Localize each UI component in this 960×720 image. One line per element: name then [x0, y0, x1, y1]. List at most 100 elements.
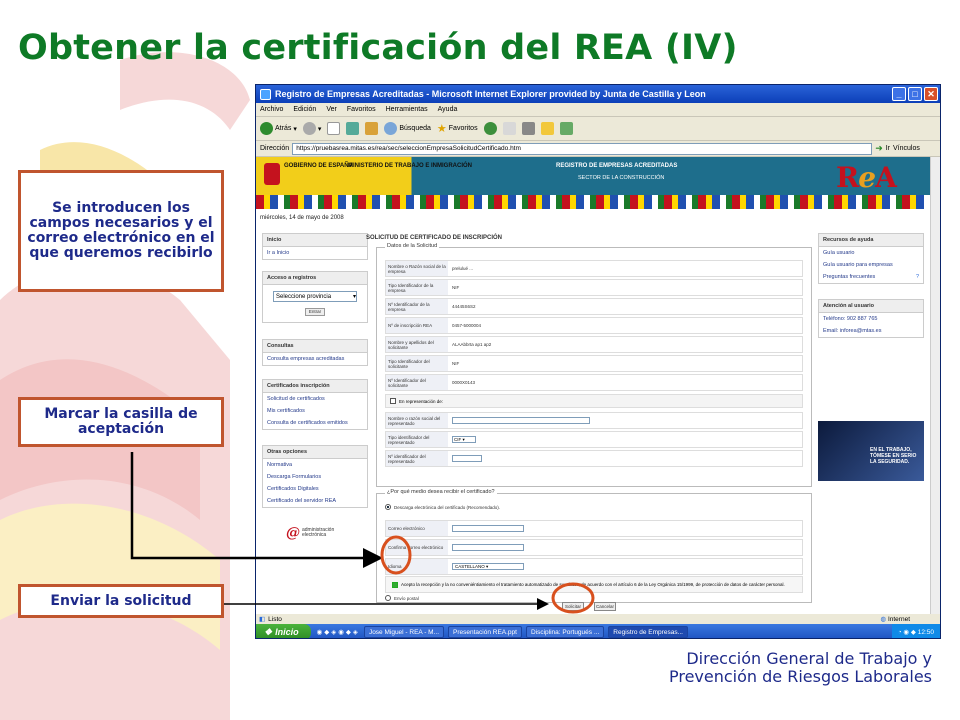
status-bar: ◧ Listo ◍ Internet: [256, 614, 940, 624]
rep-row: Tipo identificador del representado CIF ▾: [385, 431, 803, 448]
postal-radio[interactable]: [385, 595, 391, 601]
ministerio-label: MINISTERIO DE TRABAJO E INMIGRACIÓN: [348, 163, 473, 169]
history-icon[interactable]: [483, 122, 497, 135]
acepto-checkbox[interactable]: [392, 581, 398, 588]
nav-certificados-header: Certificados inscripción: [263, 380, 367, 393]
menu-archivo[interactable]: Archivo: [260, 106, 283, 113]
forward-button[interactable]: ▾: [302, 122, 321, 135]
at-sign-icon: @: [286, 525, 300, 541]
rep-name-input[interactable]: [452, 417, 590, 424]
banner-title: REGISTRO DE EMPRESAS ACREDITADAS: [556, 163, 678, 169]
footer: Dirección General de Trabajo y Prevenció…: [669, 650, 932, 686]
refresh-icon[interactable]: [346, 122, 360, 135]
home-icon[interactable]: [365, 122, 379, 135]
nav-solicitud-certificados[interactable]: Solicitud de certificados: [263, 393, 367, 405]
maximize-icon[interactable]: □: [908, 87, 922, 101]
email-confirm-input[interactable]: [452, 544, 524, 551]
nav-consulta-empresas[interactable]: Consulta empresas acreditadas: [263, 353, 367, 365]
rep-id-input[interactable]: [452, 455, 482, 462]
footer-line1: Dirección General de Trabajo y: [686, 649, 932, 668]
acepto-row: Acepto la recepción y la no conveniéntia…: [385, 576, 803, 593]
nav-certificado-servidor[interactable]: Certificado del servidor REA: [263, 495, 367, 507]
taskbar: ❖ Inicio ◉◆◈◉◆◈ Jose Miguel - REA - M... …: [256, 624, 940, 638]
stop-icon[interactable]: [327, 122, 341, 135]
descarga-option[interactable]: Descarga electrónica del certificado (Re…: [385, 504, 500, 510]
enter-button[interactable]: Entrar: [305, 308, 325, 316]
print-icon[interactable]: [521, 122, 535, 135]
email-input[interactable]: [452, 525, 524, 532]
messenger-icon[interactable]: [559, 122, 573, 135]
search-button[interactable]: Búsqueda: [384, 122, 431, 135]
rea-logo: ReA: [836, 161, 897, 194]
nav-atencion: Atención al usuario Teléfono: 902 887 76…: [818, 299, 924, 338]
menu-favoritos[interactable]: Favoritos: [347, 106, 376, 113]
form-row: Nº de inscripción REA 0457-5000004: [385, 317, 803, 334]
favorites-button[interactable]: ★ Favoritos: [437, 122, 478, 135]
spain-coat-of-arms-icon: [264, 163, 280, 185]
form-title: SOLICITUD DE CERTIFICADO DE INSCRIPCIÓN: [366, 235, 503, 241]
representacion-checkbox[interactable]: [390, 398, 396, 404]
administracion-electronica-logo[interactable]: @ administración electrónica: [286, 525, 346, 541]
toolbar: Atrás ▾ ▾ Búsqueda ★ Favoritos: [256, 117, 940, 141]
address-input[interactable]: https://pruebasrea.mitas.es/rea/sec/sele…: [292, 142, 873, 155]
idioma-select[interactable]: CASTELLANO ▾: [452, 563, 524, 570]
vertical-scrollbar[interactable]: [930, 157, 940, 614]
safety-promo-banner[interactable]: EN EL TRABAJO, TÓMESE EN SERIO LA SEGURI…: [818, 421, 924, 481]
quick-launch-icons[interactable]: ◉◆◈◉◆◈: [317, 628, 360, 636]
start-button[interactable]: ❖ Inicio: [256, 624, 311, 638]
email-confirm-row: Confirma correo electrónico: [385, 539, 803, 556]
nav-ir-inicio[interactable]: Ir a Inicio: [263, 247, 367, 259]
folder-icon[interactable]: [540, 122, 554, 135]
task-presentacion[interactable]: Presentación REA.ppt: [448, 626, 522, 638]
zone-text: ◍ Internet: [880, 616, 910, 623]
minimize-icon[interactable]: _: [892, 87, 906, 101]
nav-descarga-formularios[interactable]: Descarga Formularios: [263, 471, 367, 483]
go-button[interactable]: Ir: [886, 145, 890, 152]
system-tray: ◔ ◉ ◆ 12:50: [891, 624, 940, 638]
task-jose-miguel[interactable]: Jose Miguel - REA - M...: [363, 626, 445, 638]
nav-certificados-digitales[interactable]: Certificados Digitales: [263, 483, 367, 495]
nav-guia-empresas[interactable]: Guía usuario para empresas: [819, 259, 923, 271]
menu-edicion[interactable]: Edición: [293, 106, 316, 113]
province-select[interactable]: Seleccione provincia ▾: [273, 291, 357, 302]
cancelar-button[interactable]: Cancelar: [594, 602, 616, 611]
rep-type-select[interactable]: CIF ▾: [452, 436, 476, 443]
menu-ayuda[interactable]: Ayuda: [438, 106, 458, 113]
search-icon: [384, 122, 398, 135]
menu-herramientas[interactable]: Herramientas: [386, 106, 428, 113]
menu-ver[interactable]: Ver: [326, 106, 337, 113]
rep-row: Nº identificador del representado: [385, 450, 803, 467]
nav-consultas: Consultas Consulta empresas acreditadas: [262, 339, 368, 366]
postal-option[interactable]: Envío postal: [385, 595, 419, 601]
nav-preguntas[interactable]: Preguntas frecuentes ?: [819, 271, 923, 283]
slide-title: Obtener la certificación del REA (IV): [18, 28, 738, 68]
nav-guia-usuario[interactable]: Guía usuario: [819, 247, 923, 259]
form-row: Tipo Identificador de la empresa NIF: [385, 279, 803, 296]
go-arrow-icon[interactable]: ➜: [875, 143, 883, 154]
nav-otras-header: Otras opciones: [263, 446, 367, 459]
mail-icon[interactable]: [502, 122, 516, 135]
links-label[interactable]: Vínculos: [893, 145, 920, 152]
task-disciplina[interactable]: Disciplina: Portugués ...: [525, 626, 605, 638]
task-registro[interactable]: Registro de Empresas...: [608, 626, 688, 638]
back-button[interactable]: Atrás ▾: [260, 122, 297, 135]
nav-normativa[interactable]: Normativa: [263, 459, 367, 471]
nav-atencion-header: Atención al usuario: [819, 300, 923, 313]
close-icon[interactable]: ✕: [924, 87, 938, 101]
status-text: Listo: [268, 615, 282, 623]
nav-consulta-certificados[interactable]: Consulta de certificados emitidos: [263, 417, 367, 429]
tray-icons[interactable]: ◔ ◉ ◆: [898, 628, 918, 636]
nav-otras: Otras opciones Normativa Descarga Formul…: [262, 445, 368, 508]
gobierno-label: GOBIERNO DE ESPAÑA: [284, 163, 353, 169]
form-row: Nº Identificador del solicitante 0000X014…: [385, 374, 803, 391]
nav-mis-certificados[interactable]: Mis certificados: [263, 405, 367, 417]
banner-subtitle: SECTOR DE LA CONSTRUCCIÓN: [578, 175, 665, 181]
browser-window: Registro de Empresas Acreditadas - Micro…: [255, 84, 941, 639]
email-link[interactable]: Email: inforea@mtas.es: [819, 325, 923, 337]
solicitar-button[interactable]: Solicitar: [562, 602, 584, 611]
nav-recursos: Recursos de ayuda Guía usuario Guía usua…: [818, 233, 924, 284]
form-row: Nombre o Razón social de la empresa prelu…: [385, 260, 803, 277]
page-date: miércoles, 14 de mayo de 2008: [260, 215, 344, 221]
nav-acceso: Acceso a registros Seleccione provincia ▾…: [262, 271, 368, 323]
descarga-radio[interactable]: [385, 504, 391, 510]
